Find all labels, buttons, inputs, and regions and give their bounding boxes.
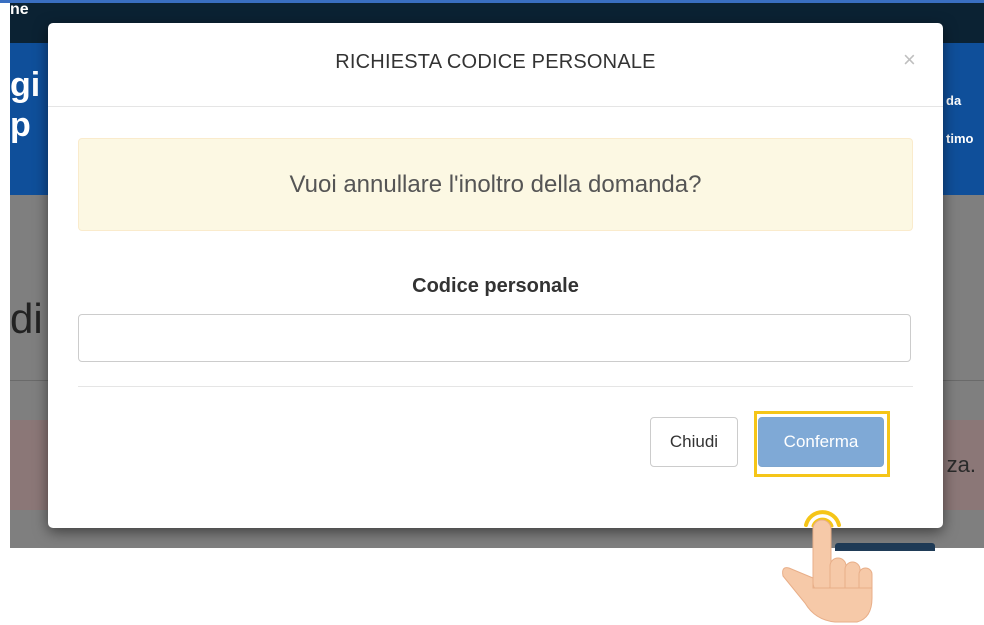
modal-footer-divider: [78, 386, 913, 387]
background-nav-text: ne: [10, 1, 29, 18]
close-icon[interactable]: ×: [903, 47, 916, 73]
warning-alert: Vuoi annullare l'inoltro della domanda?: [78, 138, 913, 231]
background-heading: di: [10, 295, 43, 342]
background-header-right-2: timo: [946, 131, 974, 146]
background-header-line-1: gi: [10, 66, 41, 104]
modal-title: RICHIESTA CODICE PERSONALE: [335, 51, 656, 73]
personal-code-input[interactable]: [78, 314, 911, 362]
background-alert-text: za.: [946, 452, 976, 477]
background-header-right-1: da: [946, 93, 962, 108]
close-button[interactable]: Chiudi: [650, 417, 738, 467]
hand-pointer-icon: [782, 510, 873, 623]
confirm-button[interactable]: Conferma: [758, 417, 884, 467]
background-header-line-2: p: [10, 106, 31, 144]
personal-code-label: Codice personale: [412, 275, 579, 297]
modal-header: RICHIESTA CODICE PERSONALE ×: [48, 23, 943, 107]
warning-alert-text: Vuoi annullare l'inoltro della domanda?: [289, 171, 702, 198]
personal-code-modal: RICHIESTA CODICE PERSONALE × Vuoi annull…: [48, 23, 943, 528]
